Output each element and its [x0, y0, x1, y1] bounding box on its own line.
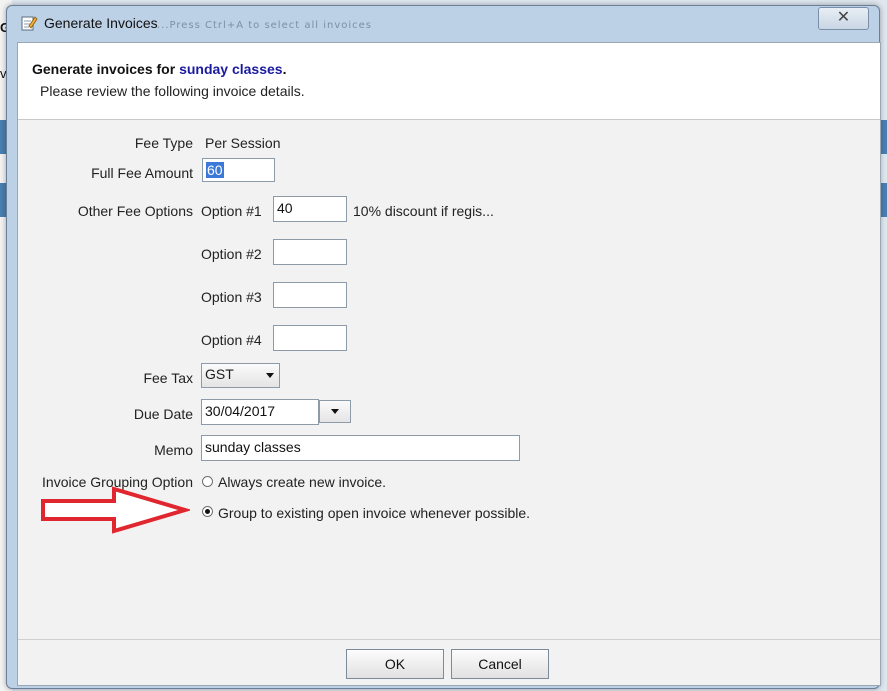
radio-selected-dot	[205, 509, 210, 514]
option-1-description[interactable]: 10% discount if regis...	[353, 203, 494, 219]
date-picker-button[interactable]	[319, 400, 351, 423]
option-3-label: Option #3	[201, 289, 262, 305]
fee-type-label: Fee Type	[134, 135, 193, 151]
fee-tax-select[interactable]: GST	[201, 363, 280, 388]
other-fee-label: Other Fee Options	[77, 203, 193, 219]
generate-invoices-dialog: Generate Invoices ...Press Ctrl+A to sel…	[6, 5, 881, 689]
fee-tax-value: GST	[205, 366, 234, 382]
radio-group-existing-label[interactable]: Group to existing open invoice whenever …	[218, 505, 530, 521]
footer-divider	[18, 639, 880, 640]
radio-always-new-label[interactable]: Always create new invoice.	[218, 474, 386, 490]
radio-group-existing[interactable]	[202, 506, 213, 517]
close-button[interactable]: ✕	[818, 7, 869, 30]
full-fee-value: 60	[206, 162, 224, 178]
background-hint: ...Press Ctrl+A to select all invoices	[157, 20, 372, 31]
header-subtitle: Please review the following invoice deta…	[40, 83, 305, 99]
ok-button[interactable]: OK	[346, 649, 444, 679]
header-title-entity: sunday classes	[179, 61, 283, 77]
option-1-label: Option #1	[201, 203, 262, 219]
memo-input[interactable]: sunday classes	[201, 435, 520, 461]
option-4-label: Option #4	[201, 332, 262, 348]
due-date-label: Due Date	[133, 406, 193, 422]
option-2-label: Option #2	[201, 246, 262, 262]
header-title-suffix: .	[282, 61, 287, 77]
header-title-prefix: Generate invoices for	[32, 61, 176, 77]
chevron-down-icon	[331, 409, 339, 414]
option-4-input[interactable]	[273, 325, 347, 351]
dialog-header: Generate invoices for sunday classes. Pl…	[18, 43, 880, 120]
radio-always-new[interactable]	[202, 476, 213, 487]
cancel-button[interactable]: Cancel	[451, 649, 549, 679]
due-date-input[interactable]: 30/04/2017	[201, 399, 319, 425]
title-bar[interactable]: Generate Invoices ...Press Ctrl+A to sel…	[7, 6, 879, 42]
window-title: Generate Invoices	[44, 15, 158, 31]
option-2-input[interactable]	[273, 239, 347, 265]
fee-tax-label: Fee Tax	[143, 370, 193, 386]
option-1-input[interactable]: 40	[273, 196, 347, 222]
fee-type-value: Per Session	[205, 135, 281, 151]
full-fee-input[interactable]: 60	[202, 158, 275, 182]
full-fee-label: Full Fee Amount	[91, 165, 193, 181]
close-icon: ✕	[836, 7, 851, 26]
chevron-down-icon	[266, 373, 274, 378]
header-title: Generate invoices for sunday classes.	[32, 61, 286, 77]
option-3-input[interactable]	[273, 282, 347, 308]
edit-document-icon	[21, 16, 38, 31]
dialog-body: Generate invoices for sunday classes. Pl…	[17, 42, 881, 686]
memo-label: Memo	[154, 442, 193, 458]
annotation-arrow-icon	[41, 486, 190, 534]
